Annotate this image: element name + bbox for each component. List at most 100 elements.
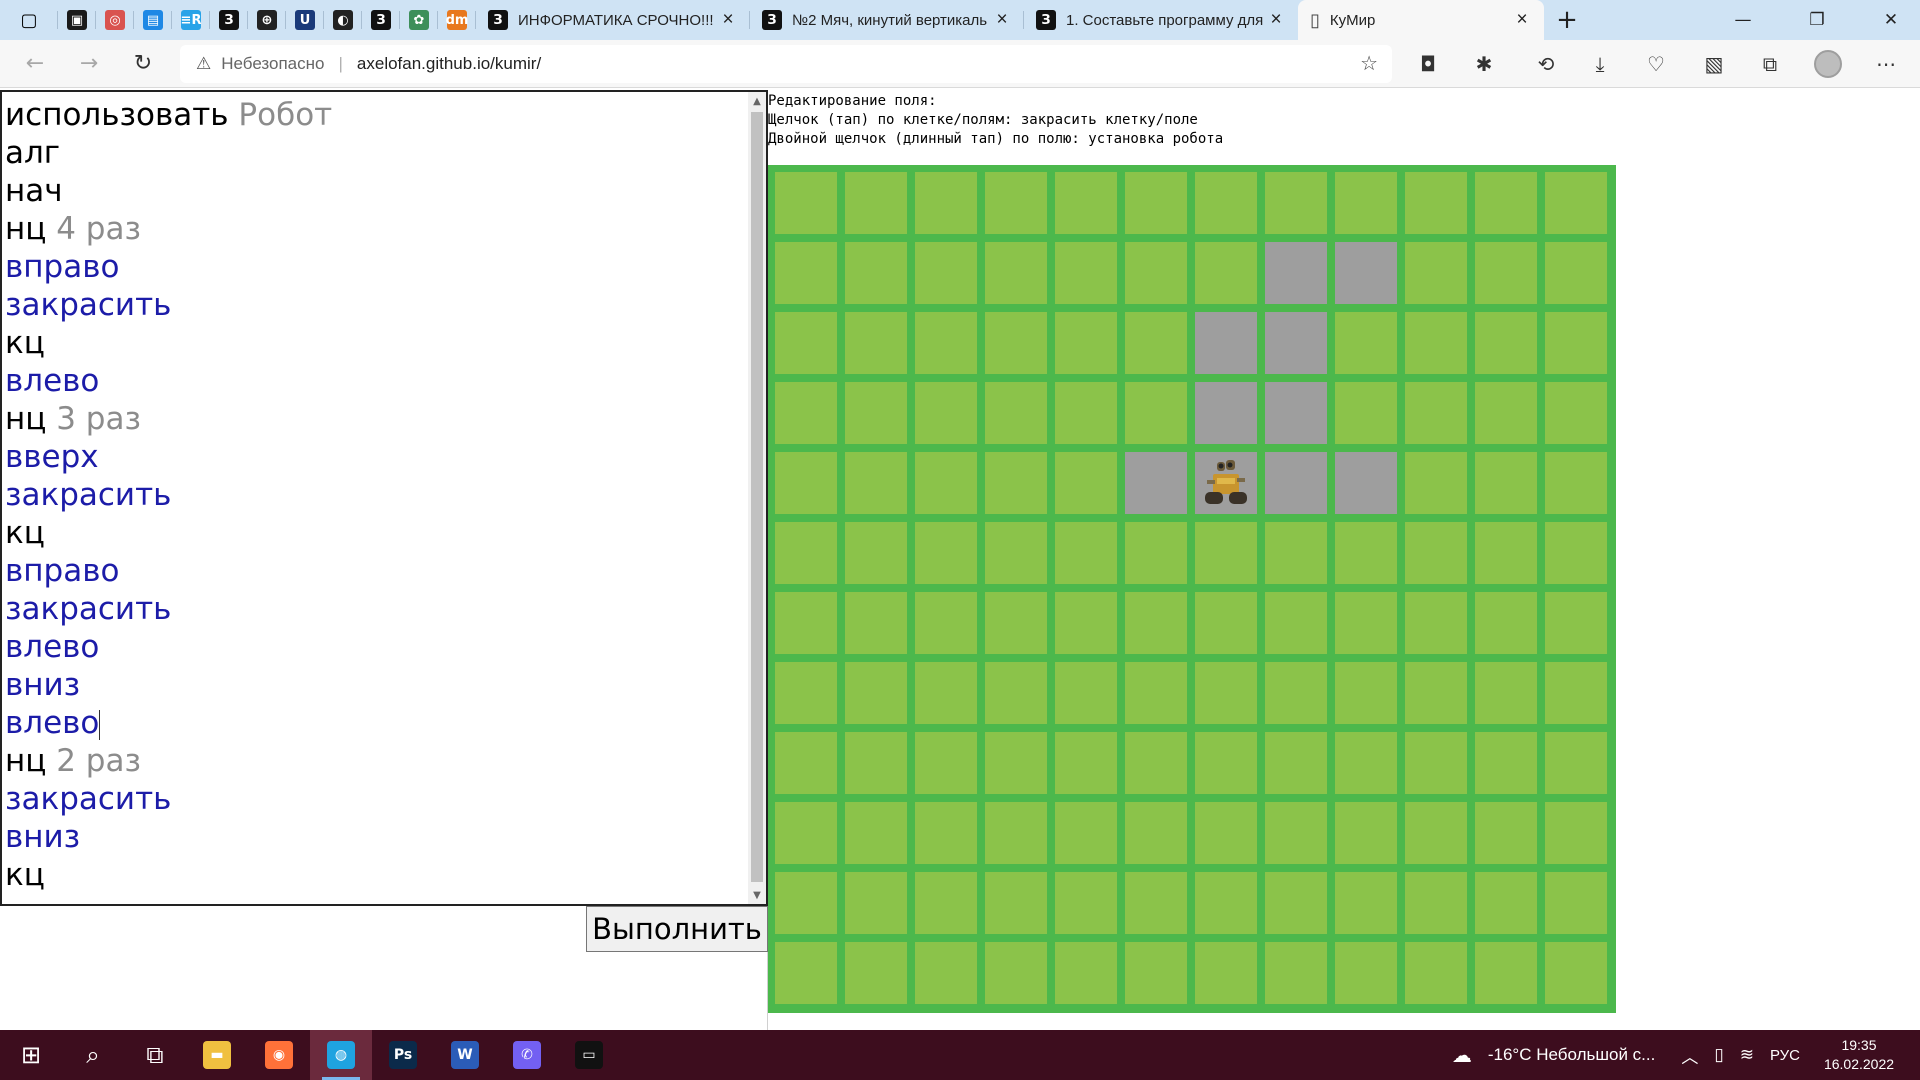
field-cell[interactable] — [1195, 662, 1257, 724]
field-cell[interactable] — [985, 382, 1047, 444]
field-cell[interactable] — [1335, 382, 1397, 444]
field-cell[interactable] — [1475, 452, 1537, 514]
field-cell[interactable] — [845, 382, 907, 444]
scroll-up-icon[interactable]: ▲ — [748, 92, 766, 110]
pinned-tab-7[interactable]: U — [286, 0, 324, 40]
robot-field[interactable] — [768, 165, 1616, 1013]
field-cell[interactable] — [1335, 172, 1397, 234]
field-cell[interactable] — [1335, 312, 1397, 374]
field-cell[interactable] — [1125, 242, 1187, 304]
field-cell[interactable] — [915, 172, 977, 234]
field-cell[interactable] — [1405, 382, 1467, 444]
field-cell[interactable] — [1405, 942, 1467, 1004]
field-cell[interactable] — [1055, 732, 1117, 794]
field-cell[interactable] — [1545, 312, 1607, 374]
tab-4[interactable]: ▯ КуМир × — [1298, 0, 1544, 40]
field-cell[interactable] — [1405, 592, 1467, 654]
field-cell[interactable] — [845, 732, 907, 794]
field-cell[interactable] — [845, 452, 907, 514]
field-cell[interactable] — [1195, 242, 1257, 304]
tab-2[interactable]: З №2 Мяч, кинутий вертикаль × — [750, 0, 1024, 40]
field-cell[interactable] — [1265, 662, 1327, 724]
field-cell[interactable] — [985, 732, 1047, 794]
field-cell[interactable] — [1475, 522, 1537, 584]
field-cell[interactable] — [985, 522, 1047, 584]
field-cell[interactable] — [1195, 942, 1257, 1004]
reload-button[interactable]: ↻ — [116, 40, 170, 88]
pinned-tab-6[interactable]: ⊕ — [248, 0, 286, 40]
field-cell[interactable] — [1335, 802, 1397, 864]
field-cell[interactable] — [1125, 382, 1187, 444]
field-cell[interactable] — [1055, 872, 1117, 934]
downloads-icon[interactable]: ⤓ — [1580, 40, 1620, 88]
field-cell[interactable] — [985, 802, 1047, 864]
screenshot-icon[interactable]: ⧉ — [1750, 40, 1790, 88]
field-cell[interactable] — [985, 242, 1047, 304]
field-cell[interactable] — [1405, 522, 1467, 584]
field-cell[interactable] — [1545, 452, 1607, 514]
chevron-up-icon[interactable]: ︿ — [1681, 1043, 1698, 1068]
field-cell[interactable] — [1335, 732, 1397, 794]
field-cell[interactable] — [1475, 872, 1537, 934]
field-cell[interactable] — [915, 732, 977, 794]
field-cell[interactable] — [775, 662, 837, 724]
field-cell[interactable] — [1475, 802, 1537, 864]
field-cell[interactable] — [1195, 872, 1257, 934]
close-tab-icon[interactable]: × — [992, 9, 1012, 31]
field-cell[interactable] — [985, 172, 1047, 234]
extensions-icon[interactable]: ✱ — [1464, 40, 1504, 88]
scrollbar-thumb[interactable] — [751, 112, 763, 882]
field-cell[interactable] — [915, 662, 977, 724]
tab-actions-icon[interactable]: ▢ — [0, 0, 58, 40]
field-cell[interactable] — [1055, 942, 1117, 1004]
pinned-tab-11[interactable]: dm — [438, 0, 476, 40]
field-cell[interactable] — [845, 802, 907, 864]
field-cell[interactable] — [1405, 732, 1467, 794]
field-cell[interactable] — [1125, 312, 1187, 374]
field-cell[interactable] — [1405, 662, 1467, 724]
field-cell[interactable] — [915, 942, 977, 1004]
editor-scrollbar[interactable]: ▲ ▼ — [748, 92, 766, 904]
field-cell[interactable] — [1475, 732, 1537, 794]
field-cell[interactable] — [1055, 802, 1117, 864]
field-cell[interactable] — [775, 802, 837, 864]
close-window-button[interactable]: ✕ — [1862, 0, 1920, 40]
field-cell[interactable] — [1335, 522, 1397, 584]
robot-icon[interactable] — [1195, 452, 1257, 514]
field-cell[interactable] — [1055, 172, 1117, 234]
field-cell[interactable] — [1545, 242, 1607, 304]
pinned-tab-1[interactable]: ▣ — [58, 0, 96, 40]
painted-cell[interactable] — [1125, 452, 1187, 514]
field-cell[interactable] — [1195, 802, 1257, 864]
field-cell[interactable] — [1125, 802, 1187, 864]
field-cell[interactable] — [985, 662, 1047, 724]
pinned-tab-9[interactable]: З — [362, 0, 400, 40]
field-cell[interactable] — [775, 242, 837, 304]
pinned-tab-2[interactable]: ◎ — [96, 0, 134, 40]
field-cell[interactable] — [915, 382, 977, 444]
back-button[interactable]: ← — [8, 40, 62, 88]
field-cell[interactable] — [1405, 872, 1467, 934]
field-cell[interactable] — [985, 872, 1047, 934]
close-tab-icon[interactable]: × — [1512, 9, 1532, 31]
field-cell[interactable] — [1055, 452, 1117, 514]
field-cell[interactable] — [775, 732, 837, 794]
field-cell[interactable] — [1125, 172, 1187, 234]
field-cell[interactable] — [1265, 872, 1327, 934]
painted-cell[interactable] — [1335, 242, 1397, 304]
field-cell[interactable] — [915, 872, 977, 934]
pinned-tab-8[interactable]: ◐ — [324, 0, 362, 40]
field-cell[interactable] — [1265, 592, 1327, 654]
painted-cell[interactable] — [1335, 452, 1397, 514]
field-cell[interactable] — [1195, 172, 1257, 234]
settings-more-icon[interactable]: ⋯ — [1866, 40, 1906, 88]
field-cell[interactable] — [775, 382, 837, 444]
field-cell[interactable] — [1125, 522, 1187, 584]
field-cell[interactable] — [985, 452, 1047, 514]
field-cell[interactable] — [1475, 242, 1537, 304]
close-tab-icon[interactable]: × — [1266, 9, 1286, 31]
field-cell[interactable] — [1055, 592, 1117, 654]
field-cell[interactable] — [845, 592, 907, 654]
field-cell[interactable] — [1405, 452, 1467, 514]
field-cell[interactable] — [1055, 242, 1117, 304]
